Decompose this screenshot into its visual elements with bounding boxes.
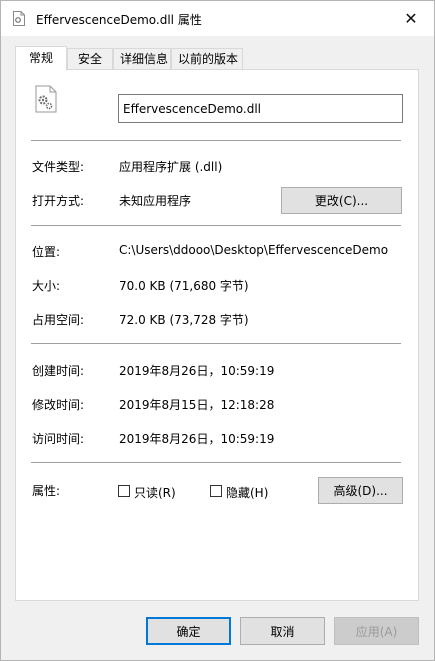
cancel-button[interactable]: 取消 [240,617,325,645]
size-on-disk-value: 72.0 KB (73,728 字节) [119,313,249,327]
readonly-checkbox-label[interactable]: 只读(R) [134,484,176,501]
hidden-checkbox[interactable] [210,485,222,497]
tab-previous-versions[interactable]: 以前的版本 [171,48,243,69]
dll-file-icon [13,11,25,26]
open-with-label: 打开方式: [32,194,85,208]
title-bar: EffervescenceDemo.dll 属性 ✕ [1,1,434,36]
divider [31,225,401,226]
window-title: EffervescenceDemo.dll 属性 [36,13,202,27]
file-type-label: 文件类型: [32,160,85,174]
apply-button[interactable]: 应用(A) [334,617,419,645]
divider [31,462,401,463]
created-value: 2019年8月26日，10:59:19 [119,364,275,378]
properties-dialog: EffervescenceDemo.dll 属性 ✕ 常规 安全 详细信息 以前… [0,0,435,661]
change-button[interactable]: 更改(C)... [281,187,402,214]
ok-button[interactable]: 确定 [146,617,231,645]
hidden-checkbox-label[interactable]: 隐藏(H) [226,484,268,501]
size-value: 70.0 KB (71,680 字节) [119,279,249,293]
dll-gear-file-icon [35,85,57,113]
size-label: 大小: [32,279,61,293]
file-name-field[interactable] [118,94,403,123]
accessed-value: 2019年8月26日，10:59:19 [119,432,275,446]
modified-value: 2019年8月15日，12:18:28 [119,398,275,412]
tab-security[interactable]: 安全 [67,48,113,69]
file-type-value: 应用程序扩展 (.dll) [119,160,223,174]
size-on-disk-label: 占用空间: [32,313,85,327]
tab-general[interactable]: 常规 [15,46,67,71]
accessed-label: 访问时间: [32,432,85,446]
close-icon: ✕ [404,9,418,28]
created-label: 创建时间: [32,364,85,378]
divider [31,343,401,344]
readonly-checkbox[interactable] [118,485,130,497]
close-button[interactable]: ✕ [388,1,434,36]
location-value: C:\Users\ddooo\Desktop\EffervescenceDemo [119,243,389,257]
attributes-label: 属性: [32,484,61,498]
divider [31,140,401,141]
tab-details[interactable]: 详细信息 [113,48,171,69]
modified-label: 修改时间: [32,398,85,412]
location-label: 位置: [32,245,61,259]
general-tab-panel [15,69,419,601]
advanced-button[interactable]: 高级(D)... [318,477,403,504]
open-with-value: 未知应用程序 [119,194,192,208]
